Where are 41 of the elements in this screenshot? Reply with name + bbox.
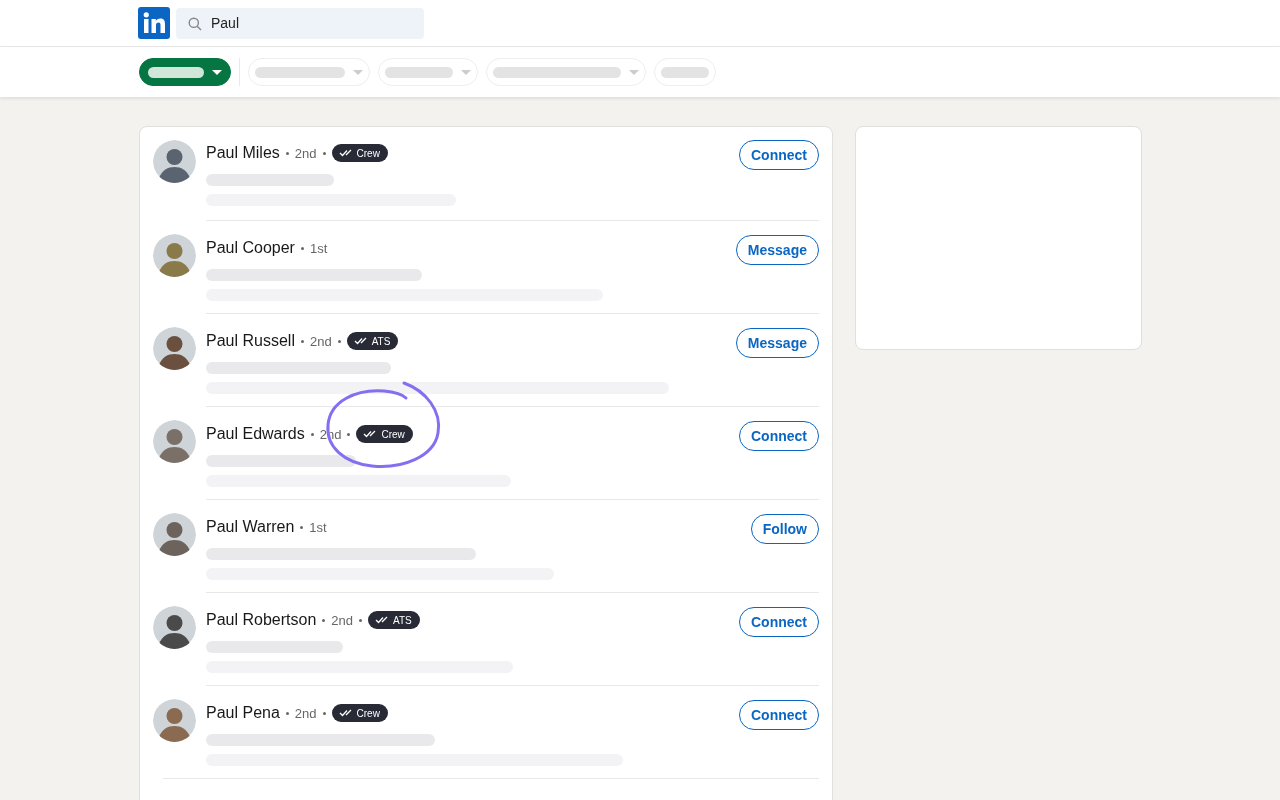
action-button[interactable]: Connect (739, 607, 819, 637)
tag-label: Crew (356, 147, 380, 159)
connection-degree: 1st (309, 240, 328, 256)
action-button[interactable]: Connect (739, 700, 819, 730)
avatar[interactable] (153, 140, 196, 183)
action-button[interactable]: Follow (750, 514, 819, 544)
connection-degree: 2nd (294, 705, 317, 721)
logo-icon[interactable] (138, 7, 170, 39)
person-name[interactable]: Paul Robertson (206, 611, 317, 629)
action-button[interactable]: Message (735, 235, 819, 265)
connection-degree: 1st (309, 519, 327, 535)
person-name[interactable]: Paul Edwards (206, 425, 305, 443)
double-check-icon (338, 149, 353, 157)
double-check-icon (353, 337, 368, 345)
avatar[interactable] (153, 606, 196, 649)
action-button[interactable]: Connect (739, 421, 819, 451)
person-name[interactable]: Paul Miles (206, 144, 280, 162)
double-check-icon (375, 616, 389, 624)
filter-chip[interactable] (139, 58, 231, 86)
connection-degree: 2nd (309, 333, 332, 349)
avatar[interactable] (153, 420, 196, 463)
action-button[interactable]: Connect (739, 140, 819, 170)
search-field[interactable]: Paul (176, 7, 424, 39)
tag-label: ATS (393, 614, 412, 626)
search-icon (188, 16, 202, 31)
tag-label: Crew (381, 428, 405, 440)
person-name[interactable]: Paul Russell (206, 332, 295, 350)
tag-label: Crew (356, 707, 380, 719)
connection-degree: 2nd (331, 612, 353, 628)
double-check-icon (338, 709, 353, 717)
connection-degree: 2nd (294, 145, 317, 161)
avatar[interactable] (153, 513, 196, 556)
action-button[interactable]: Message (735, 328, 819, 358)
double-check-icon (363, 430, 378, 438)
person-name[interactable]: Paul Cooper (206, 239, 295, 257)
avatar[interactable] (153, 327, 196, 370)
tag-label: ATS (371, 335, 391, 347)
avatar[interactable] (153, 234, 196, 277)
person-name[interactable]: Paul Pena (206, 704, 280, 722)
avatar[interactable] (153, 699, 196, 742)
person-name[interactable]: Paul Warren (206, 518, 295, 536)
